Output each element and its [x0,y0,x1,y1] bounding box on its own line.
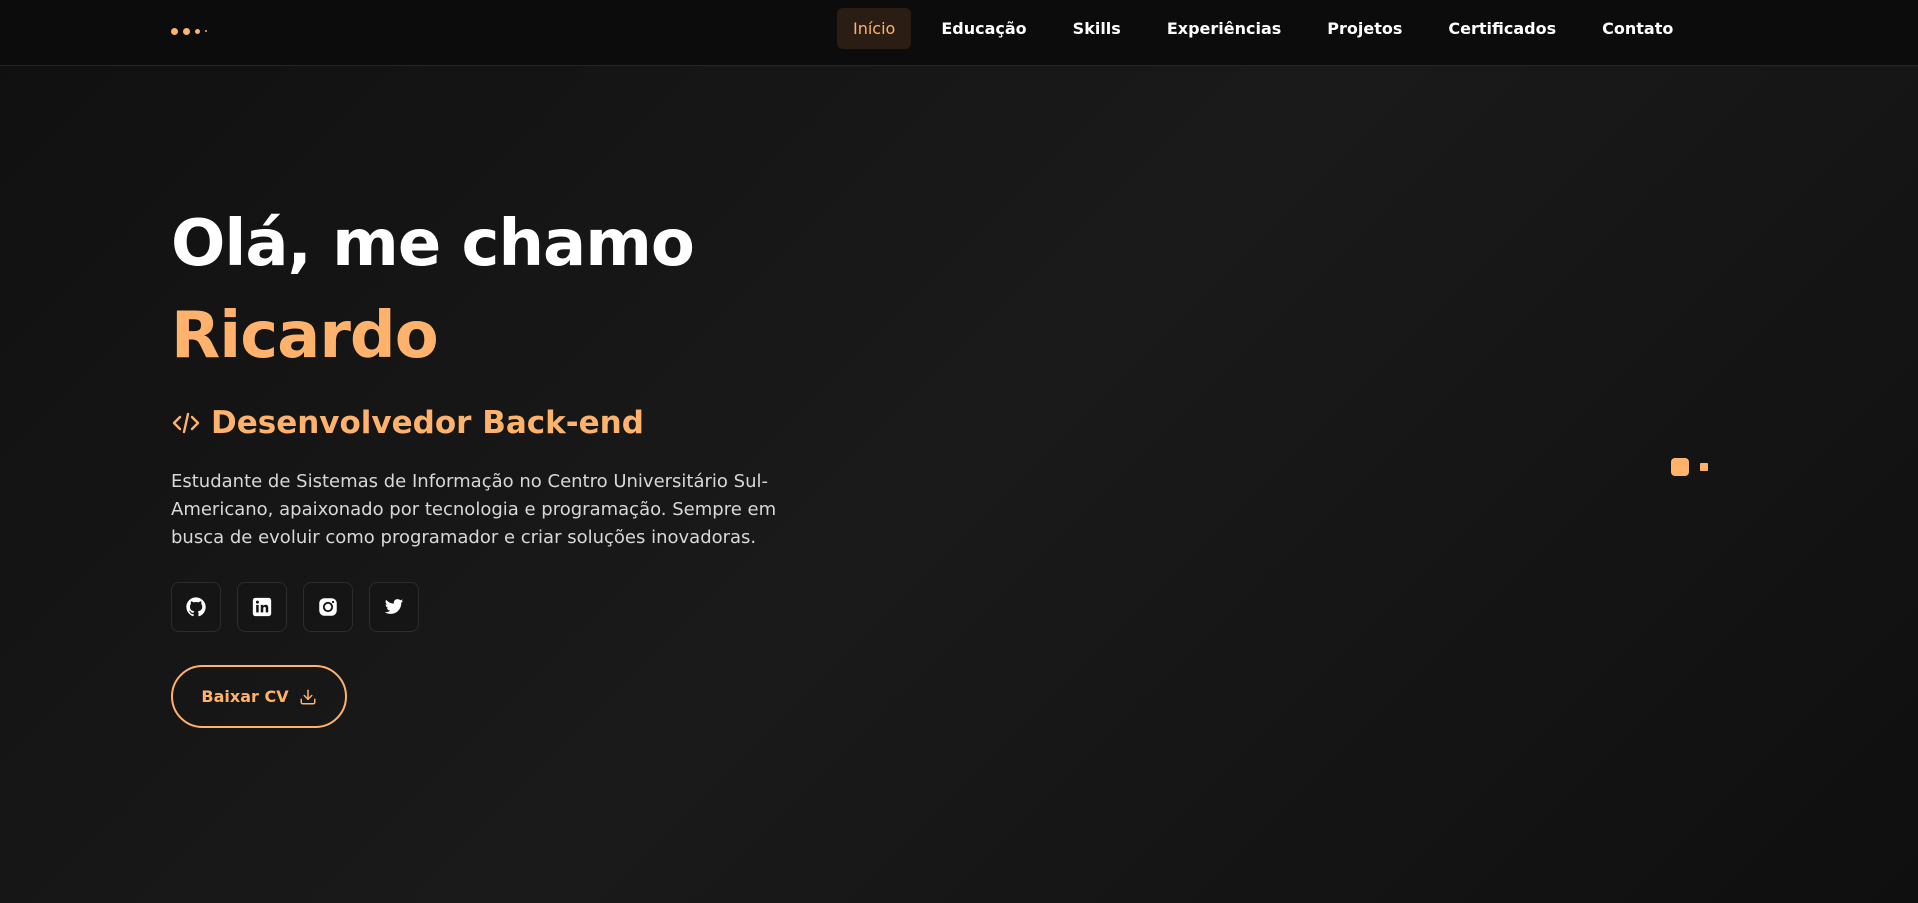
code-icon [171,408,201,438]
nav-item-educacao[interactable]: Educação [925,8,1042,49]
carousel-indicators [1671,458,1708,476]
github-icon [186,597,206,617]
hero-section: Olá, me chamo Ricardo Desenvolvedor Back… [171,200,871,728]
hero-greeting: Olá, me chamo [171,207,695,281]
navbar: Início Educação Skills Experiências Proj… [0,0,1918,66]
logo-dot [183,27,190,35]
nav-item-contato[interactable]: Contato [1586,8,1689,49]
nav-menu: Início Educação Skills Experiências Proj… [837,8,1689,49]
nav-item-certificados[interactable]: Certificados [1432,8,1572,49]
nav-item-skills[interactable]: Skills [1057,8,1137,49]
hero-role-text: Desenvolvedor Back-end [211,405,644,441]
download-cv-button[interactable]: Baixar CV [171,665,347,728]
logo-dot [171,27,178,35]
download-icon [300,689,316,704]
instagram-link[interactable] [303,582,353,632]
download-cv-label: Baixar CV [201,687,289,706]
github-link[interactable] [171,582,221,632]
carousel-indicator[interactable] [1700,463,1708,471]
page: Início Educação Skills Experiências Proj… [0,0,1918,903]
logo-dot [205,30,207,32]
hero-bio: Estudante de Sistemas de Informação no C… [171,471,777,548]
hero-role: Desenvolvedor Back-end [171,402,871,444]
nav-item-experiencias[interactable]: Experiências [1151,8,1297,49]
carousel-indicator-active[interactable] [1671,458,1689,476]
hero-name: Ricardo [171,299,439,373]
logo-dot [195,28,200,34]
social-links [171,582,871,632]
twitter-icon [384,599,404,614]
instagram-icon [319,598,337,616]
nav-item-inicio[interactable]: Início [837,8,912,49]
linkedin-icon [252,597,272,617]
linkedin-link[interactable] [237,582,287,632]
nav-item-projetos[interactable]: Projetos [1311,8,1418,49]
twitter-link[interactable] [369,582,419,632]
logo[interactable] [171,26,207,36]
